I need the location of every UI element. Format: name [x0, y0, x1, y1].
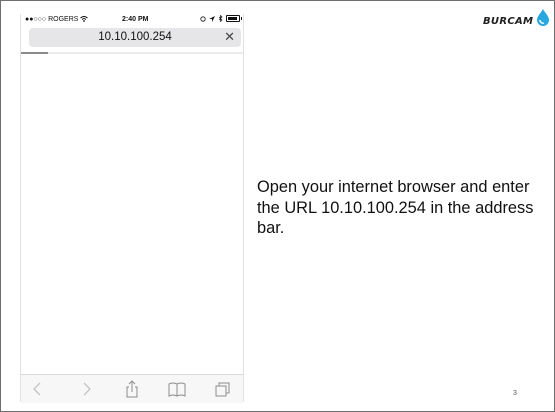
battery-icon — [226, 15, 242, 22]
logo-text: BURCAM — [483, 16, 534, 27]
status-icons — [200, 15, 242, 22]
status-time: 2:40 PM — [122, 16, 149, 23]
back-icon[interactable] — [29, 380, 47, 398]
page-load-progress — [21, 52, 243, 54]
slide: ●●○○○ ROGERS 2:40 PM 10.10.100.254 ✕ BUR… — [0, 0, 555, 412]
browser-content — [21, 55, 243, 373]
bookmarks-icon[interactable] — [168, 380, 186, 398]
page-number: 3 — [513, 390, 517, 397]
instruction-text: Open your internet browser and enter the… — [257, 178, 534, 237]
rotation-lock-icon — [200, 15, 206, 22]
location-icon — [209, 15, 215, 22]
carrier-name: ROGERS — [48, 16, 79, 23]
close-icon[interactable]: ✕ — [224, 30, 235, 44]
signal-strength-icon: ●●○○○ — [25, 16, 47, 23]
tabs-icon[interactable] — [214, 380, 232, 398]
browser-toolbar — [21, 374, 243, 403]
signal-carrier: ●●○○○ ROGERS — [25, 16, 89, 23]
water-drop-icon — [537, 9, 549, 26]
bluetooth-icon — [218, 15, 223, 22]
forward-icon[interactable] — [77, 380, 95, 398]
progress-fill — [21, 52, 48, 54]
wifi-icon — [80, 16, 89, 23]
address-bar[interactable]: 10.10.100.254 ✕ — [29, 28, 241, 47]
burcam-logo: BURCAM — [480, 8, 552, 28]
share-icon[interactable] — [123, 380, 141, 398]
url-text[interactable]: 10.10.100.254 — [29, 31, 241, 43]
phone-screenshot: ●●○○○ ROGERS 2:40 PM 10.10.100.254 ✕ — [20, 14, 244, 403]
status-bar: ●●○○○ ROGERS 2:40 PM — [21, 14, 243, 27]
